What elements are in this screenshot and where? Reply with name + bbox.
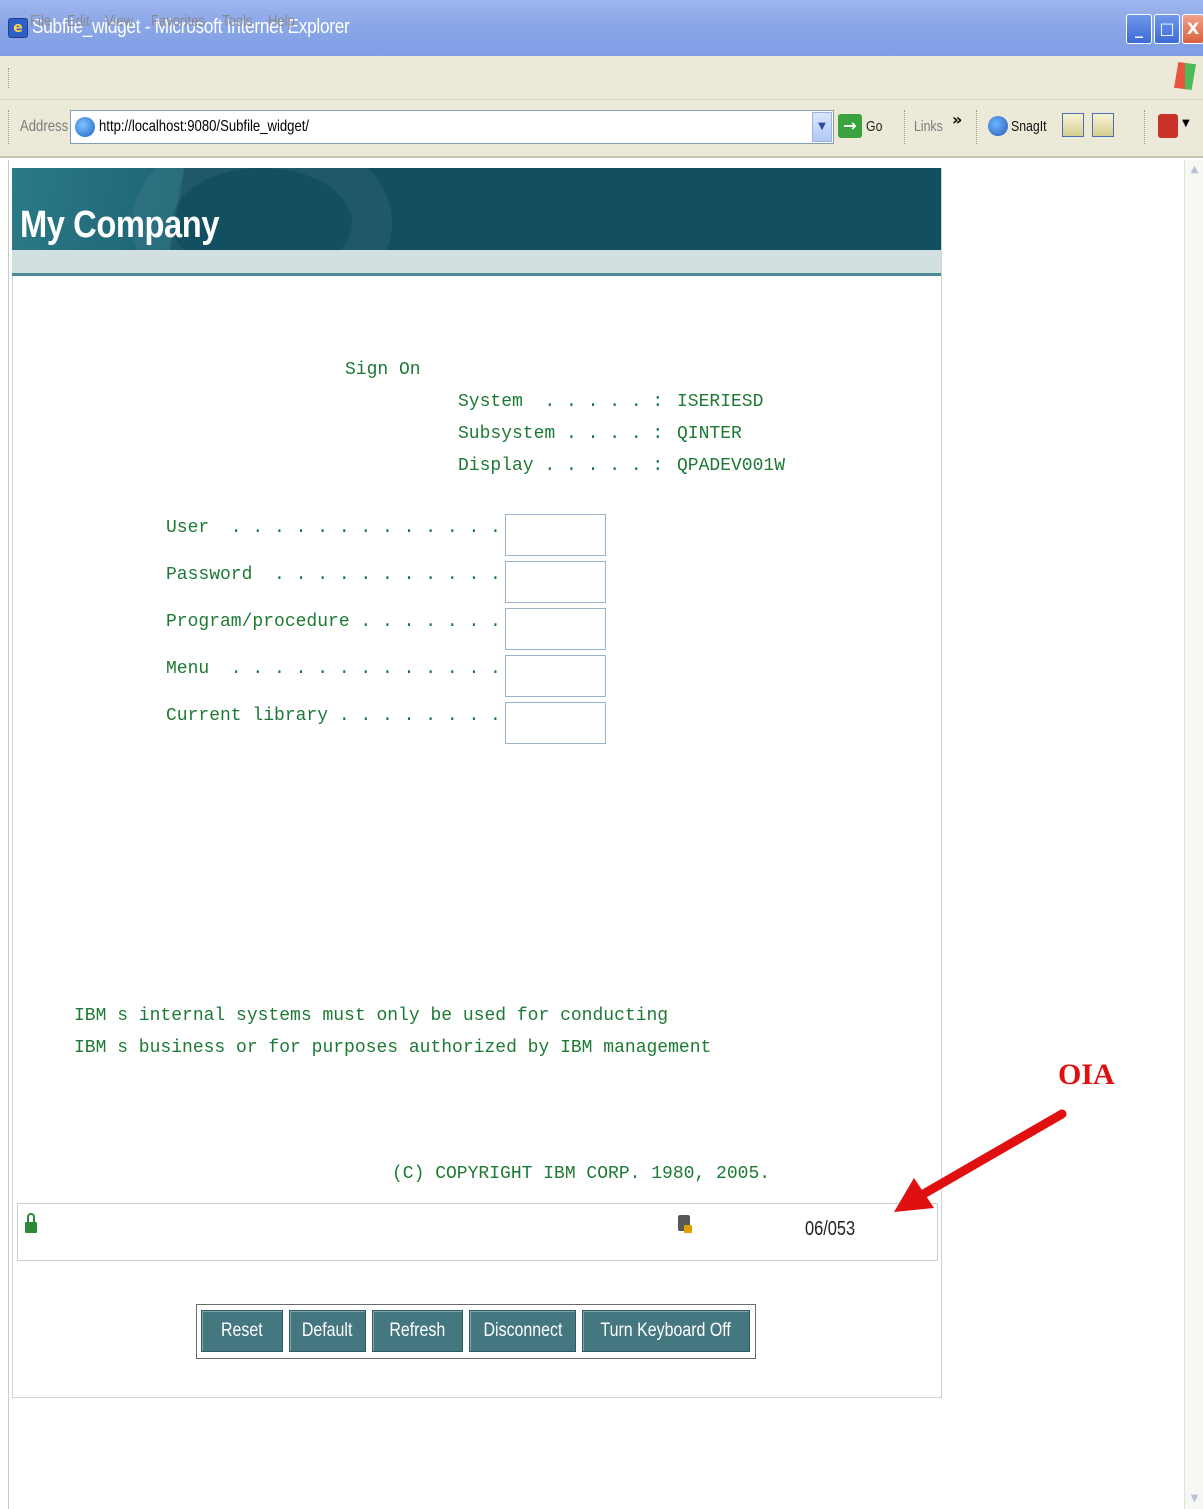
refresh-button[interactable]: Refresh [372,1310,463,1352]
reset-button[interactable]: Reset [201,1310,283,1352]
menu-edit[interactable]: Edit [67,13,90,31]
lock-icon [25,1213,37,1233]
ie-page-icon: e [8,18,28,38]
menu-bar [0,56,1203,100]
disconnect-button-label: Disconnect [483,1320,562,1341]
menu-favorites[interactable]: Favorites [151,13,205,31]
password-label: Password . . . . . . . . . . . . [166,565,523,585]
menu-tools[interactable]: Tools [222,13,253,31]
turn-keyboard-off-button[interactable]: Turn Keyboard Off [582,1310,750,1352]
screen-heading: Sign On [345,360,421,380]
close-button[interactable]: X [1182,14,1203,44]
copyright-text: (C) COPYRIGHT IBM CORP. 1980, 2005. [392,1164,771,1184]
go-button[interactable]: Go [866,118,882,135]
toolbar-separator [8,110,10,144]
toolbar-separator [904,110,906,144]
address-label: Address [20,118,69,135]
oia-annotation-label: OIA [1058,1058,1115,1091]
menu-grip [8,68,10,88]
refresh-button-label: Refresh [389,1320,446,1341]
snagit-capture-icon[interactable] [1062,113,1084,137]
address-url: http://localhost:9080/Subfile_widget/ [99,118,310,135]
pdf-icon[interactable] [1158,114,1178,138]
cursor-position: 06/053 [805,1218,856,1240]
display-label: Display . . . . . : [458,456,664,476]
reset-button-label: Reset [221,1320,263,1341]
snagit-icon[interactable] [988,116,1008,136]
menu-file[interactable]: File [30,13,51,31]
user-field[interactable] [505,514,606,556]
snagit-button[interactable]: SnagIt [1011,118,1047,135]
disconnect-button[interactable]: Disconnect [469,1310,576,1352]
password-field[interactable] [505,561,606,603]
ie-page-icon [75,117,95,137]
snagit-edit-icon[interactable] [1092,113,1114,137]
menu-field[interactable] [505,655,606,697]
system-label: System . . . . . : [458,392,664,412]
subsystem-label: Subsystem . . . . : [458,424,664,444]
current-library-field[interactable] [505,702,606,744]
address-dropdown-icon[interactable]: ▼ [812,112,832,142]
toolbar-separator [1144,110,1146,144]
turn-keyboard-off-button-label: Turn Keyboard Off [600,1320,732,1341]
links-label[interactable]: Links [914,118,943,135]
display-value: QPADEV001W [677,456,786,476]
address-input[interactable]: http://localhost:9080/Subfile_widget/ [70,110,834,144]
program-field[interactable] [505,608,606,650]
keyboard-icon [678,1215,692,1233]
links-chevron-icon[interactable]: » [952,110,962,129]
program-label: Program/procedure . . . . . . . . [166,612,523,632]
default-button[interactable]: Default [289,1310,366,1352]
default-button-label: Default [302,1320,353,1341]
current-library-label: Current library . . . . . . . . . [166,706,523,726]
scroll-up-icon[interactable]: ▲ [1187,162,1202,178]
menu-view[interactable]: View [105,13,133,31]
company-banner: My Company [12,168,941,250]
vertical-scrollbar[interactable]: ▲ ▼ [1184,160,1203,1509]
notice-line-1: IBM s internal systems must only be used… [74,1006,669,1026]
menu-help[interactable]: Help [268,13,295,31]
user-label: User . . . . . . . . . . . . . . [166,518,523,538]
maximize-button[interactable]: □ [1154,14,1180,44]
company-name: My Company [20,204,220,246]
pdf-dropdown-icon[interactable]: ▼ [1182,118,1190,129]
minimize-button[interactable]: _ [1126,14,1152,44]
banner-strip [12,250,941,276]
subsystem-value: QINTER [677,424,742,444]
go-arrow-icon[interactable]: → [838,114,862,138]
toolbar-separator [976,110,978,144]
menu-label: Menu . . . . . . . . . . . . . . [166,659,523,679]
system-value: ISERIESD [677,392,764,412]
oia-status-line [17,1203,938,1261]
notice-line-2: IBM s business or for purposes authorize… [74,1038,712,1058]
annotation-arrow-icon [894,1109,1067,1212]
page-border [8,160,9,1509]
scroll-down-icon[interactable]: ▼ [1187,1491,1202,1507]
